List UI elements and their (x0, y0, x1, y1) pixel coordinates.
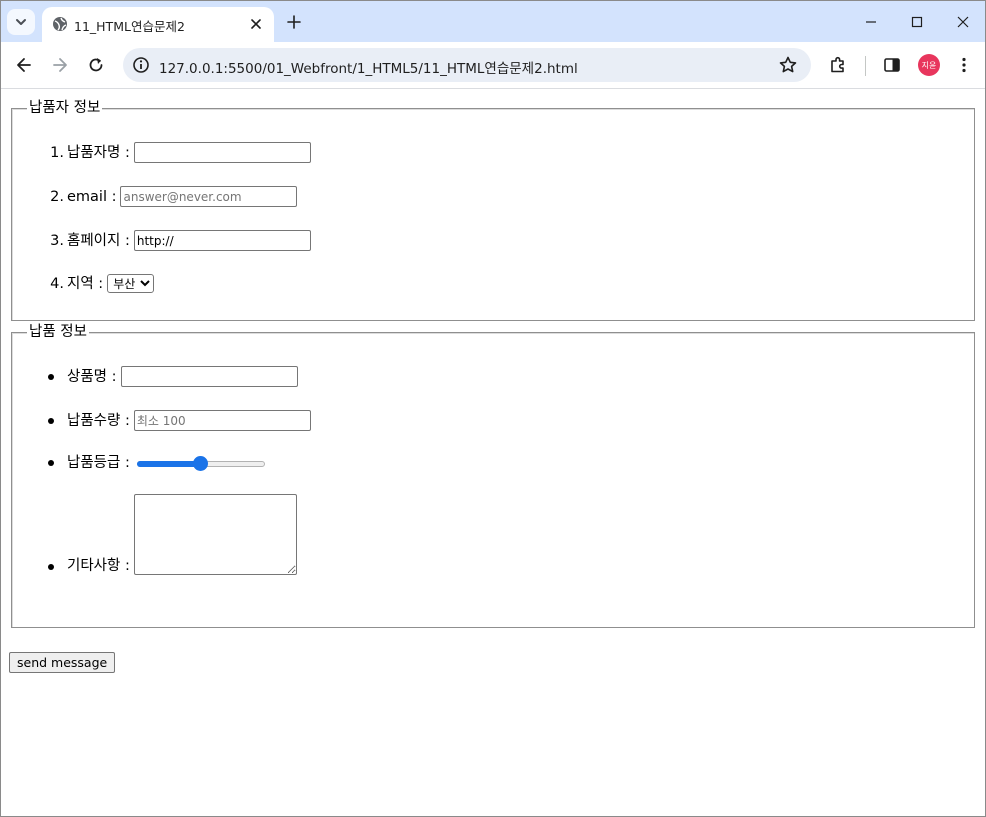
notes-label: 기타사항 : (67, 558, 130, 574)
back-arrow-icon[interactable] (14, 55, 34, 75)
extensions-puzzle-icon[interactable] (828, 55, 848, 75)
quantity-row: 납품수량 : (48, 410, 311, 431)
close-tab-icon[interactable] (248, 16, 264, 32)
product-name-label: 상품명 : (67, 368, 117, 385)
product-name-input[interactable] (120, 366, 298, 387)
forward-arrow-icon[interactable] (50, 55, 70, 75)
delivery-legend: 납품 정보 (27, 323, 89, 341)
supplier-fieldset: 납품자 정보 (11, 99, 975, 321)
notes-textarea[interactable] (133, 494, 297, 575)
supplier-legend: 납품자 정보 (27, 99, 103, 117)
maximize-icon[interactable] (906, 11, 928, 33)
list-marker: 3. (50, 232, 64, 249)
globe-icon (53, 17, 67, 31)
list-marker: 1. (50, 144, 64, 161)
browser-tab[interactable]: 11_HTML연습문제2 (42, 7, 274, 42)
supplier-name-label: 납품자명 : (67, 144, 130, 161)
grade-slider-thumb[interactable] (193, 456, 209, 471)
supplier-name-row: 1. 납품자명 : (47, 142, 311, 163)
grade-row: 납품등급 : (48, 454, 267, 472)
list-marker: 2. (50, 188, 64, 205)
chevron-down-icon (16, 19, 26, 25)
homepage-input[interactable] (133, 230, 311, 251)
region-label: 지역 : (67, 275, 104, 292)
side-panel-icon[interactable] (882, 55, 902, 75)
list-marker: 4. (50, 275, 64, 292)
tab-title: 11_HTML연습문제2 (74, 19, 185, 34)
site-info-icon[interactable] (132, 56, 150, 74)
email-row: 2. email : (47, 186, 298, 207)
tab-strip: 11_HTML연습문제2 (1, 1, 985, 42)
homepage-label: 홈페이지 : (67, 232, 130, 249)
region-select[interactable]: 부산 (107, 274, 155, 293)
profile-avatar[interactable]: 지윤 (918, 54, 940, 76)
quantity-label: 납품수량 : (67, 412, 130, 429)
bookmark-star-icon[interactable] (778, 55, 798, 75)
close-window-icon[interactable] (952, 11, 974, 33)
address-bar[interactable]: 127.0.0.1:5500/01_Webfront/1_HTML5/11_HT… (123, 48, 811, 82)
list-bullet (48, 373, 54, 380)
notes-row: 기타사항 : (48, 494, 297, 575)
more-menu-icon[interactable] (954, 55, 974, 75)
new-tab-icon[interactable] (284, 12, 304, 32)
url-text: 127.0.0.1:5500/01_Webfront/1_HTML5/11_HT… (159, 61, 578, 77)
grade-slider-fill (136, 461, 201, 467)
homepage-row: 3. 홈페이지 : (47, 230, 311, 251)
list-bullet (48, 460, 54, 466)
email-label: email : (67, 188, 117, 205)
supplier-name-input[interactable] (133, 142, 311, 163)
reload-icon[interactable] (86, 55, 106, 75)
region-row: 4. 지역 : 부산 (47, 274, 155, 293)
email-input[interactable] (120, 186, 298, 207)
tab-search-button[interactable] (7, 9, 35, 35)
grade-slider[interactable] (136, 455, 267, 471)
browser-toolbar: 127.0.0.1:5500/01_Webfront/1_HTML5/11_HT… (1, 42, 985, 89)
toolbar-divider (865, 56, 866, 76)
list-bullet (48, 564, 54, 570)
grade-label: 납품등급 : (67, 455, 130, 471)
list-bullet (48, 417, 54, 424)
product-name-row: 상품명 : (48, 366, 298, 387)
minimize-icon[interactable] (860, 11, 882, 33)
quantity-input[interactable] (133, 410, 311, 431)
send-message-button[interactable]: send message (9, 652, 116, 673)
page-content: 납품자 정보 1. 납품자명 : 2. email : 3. 홈페이지 : 4.… (1, 90, 985, 816)
